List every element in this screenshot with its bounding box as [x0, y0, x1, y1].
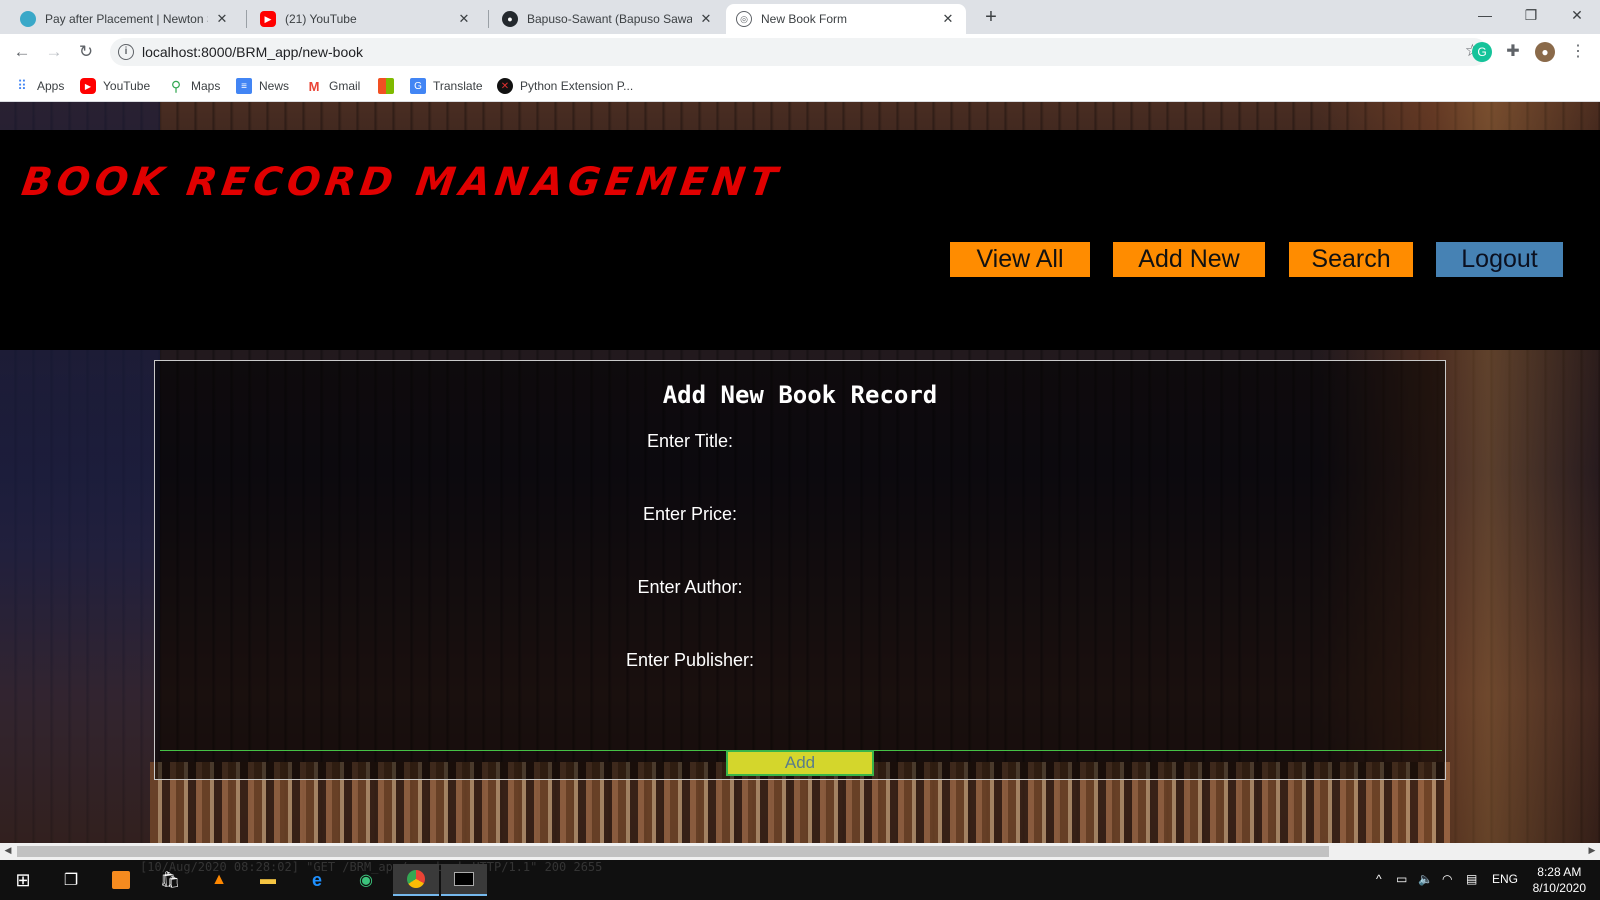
scroll-left-icon[interactable]: ◀	[1, 845, 15, 856]
newton-icon	[20, 11, 36, 27]
grammarly-icon[interactable]: G	[1472, 42, 1492, 62]
site-title: BOOK RECORD MANAGEMENT	[18, 160, 785, 205]
close-icon[interactable]: ✕	[214, 11, 230, 27]
address-bar[interactable]: i localhost:8000/BRM_app/new-book ☆	[110, 38, 1488, 66]
site-header: BOOK RECORD MANAGEMENT View All Add New …	[0, 130, 1600, 350]
close-window-icon[interactable]: ✕	[1554, 0, 1600, 30]
tray-chevron-icon[interactable]: ^	[1376, 872, 1382, 886]
bookmark-label: Translate	[433, 79, 483, 93]
windows-start-icon[interactable]: ⊞	[3, 864, 43, 896]
translate-icon: G	[410, 78, 426, 94]
author-label: Enter Author:	[637, 577, 743, 597]
bookmarks-bar: ⠿ Apps ▶ YouTube ⚲ Maps ≡ News M Gmail G…	[0, 70, 1600, 102]
news-icon: ≡	[236, 78, 252, 94]
tab-strip: Pay after Placement | Newton Sc ✕ ▶ (21)…	[0, 0, 1600, 34]
bookmark-label: YouTube	[103, 79, 151, 93]
youtube-icon: ▶	[80, 78, 96, 94]
gmail-icon: M	[308, 78, 320, 94]
tab-youtube[interactable]: ▶ (21) YouTube ✕	[250, 4, 482, 34]
apps-grid-icon: ⠿	[17, 78, 27, 93]
windows-taskbar: [10/Aug/2020 08:28:02] "GET /BRM_app/new…	[0, 860, 1600, 900]
language-indicator[interactable]: ENG	[1492, 872, 1518, 886]
bookmark-news[interactable]: ≡ News	[236, 76, 289, 96]
bookmark-label: Maps	[191, 79, 221, 93]
minimize-icon[interactable]: —	[1462, 0, 1508, 30]
wifi-icon[interactable]: ◠	[1442, 872, 1452, 886]
scrollbar-thumb[interactable]	[17, 846, 1329, 857]
youtube-icon: ▶	[260, 11, 276, 27]
tab-title: Pay after Placement | Newton Sc	[45, 12, 208, 26]
system-clock[interactable]: 8:28 AM 8/10/2020	[1533, 864, 1586, 896]
clock-time: 8:28 AM	[1537, 865, 1582, 879]
new-tab-icon[interactable]: +	[978, 6, 1004, 29]
close-icon[interactable]: ✕	[456, 11, 472, 27]
title-label: Enter Title:	[646, 431, 734, 451]
bookmark-translate[interactable]: G Translate	[410, 76, 483, 96]
edge-icon[interactable]: e	[297, 864, 337, 896]
chrome-icon[interactable]	[393, 864, 439, 896]
bookmark-windows-store[interactable]	[378, 76, 401, 96]
scroll-right-icon[interactable]: ▶	[1585, 845, 1599, 856]
tab-github[interactable]: ● Bapuso-Sawant (Bapuso Sawant) ✕	[492, 4, 724, 34]
bookmark-youtube[interactable]: ▶ YouTube	[80, 76, 150, 96]
add-button[interactable]: Add	[726, 750, 874, 776]
view-all-link[interactable]: View All	[950, 242, 1090, 277]
bookmark-label: Python Extension P...	[520, 79, 634, 93]
close-icon[interactable]: ✕	[698, 11, 714, 27]
new-book-form: Add New Book Record Enter Title: Enter P…	[154, 360, 1446, 780]
url-text[interactable]: localhost:8000/BRM_app/new-book	[142, 44, 363, 60]
horizontal-scrollbar[interactable]: ◀ ▶	[0, 843, 1600, 860]
battery-icon[interactable]: ▭	[1396, 872, 1407, 886]
terminal-icon[interactable]	[441, 864, 487, 896]
sublime-text-icon[interactable]	[101, 864, 141, 896]
bookmark-label: Apps	[37, 79, 65, 93]
python-extension-icon: ✕	[497, 78, 513, 94]
search-link[interactable]: Search	[1289, 242, 1413, 277]
bookmark-python-extension[interactable]: ✕ Python Extension P...	[497, 76, 633, 96]
store-icon[interactable]: 🛍	[150, 864, 190, 896]
volume-icon[interactable]: 🔈	[1418, 872, 1433, 886]
reload-icon[interactable]: ↻	[74, 40, 98, 64]
logout-link[interactable]: Logout	[1436, 242, 1563, 277]
notifications-icon[interactable]: ▤	[1466, 872, 1477, 886]
forward-icon[interactable]: →	[42, 40, 66, 64]
tab-newton[interactable]: Pay after Placement | Newton Sc ✕	[10, 4, 240, 34]
bookmark-label: Gmail	[329, 79, 361, 93]
price-label: Enter Price:	[642, 504, 738, 524]
maps-app-icon[interactable]: ◉	[346, 864, 386, 896]
extensions-puzzle-icon[interactable]: ✚	[1503, 42, 1523, 62]
globe-icon: ◎	[736, 11, 752, 27]
task-view-icon[interactable]: ❐	[51, 864, 91, 896]
menu-kebab-icon[interactable]: ⋮	[1568, 42, 1588, 62]
github-icon: ●	[502, 11, 518, 27]
add-new-link[interactable]: Add New	[1113, 242, 1265, 277]
info-icon[interactable]: i	[118, 44, 134, 60]
tab-new-book-form[interactable]: ◎ New Book Form ✕	[726, 4, 966, 34]
bookmark-maps[interactable]: ⚲ Maps	[168, 76, 220, 96]
maps-pin-icon: ⚲	[170, 77, 182, 94]
tab-divider	[246, 10, 247, 28]
bookmark-label: News	[259, 79, 290, 93]
file-explorer-icon[interactable]: ▬	[248, 864, 288, 896]
profile-avatar[interactable]: ●	[1535, 42, 1555, 62]
clock-date: 8/10/2020	[1532, 881, 1586, 895]
page-viewport: BOOK RECORD MANAGEMENT View All Add New …	[0, 102, 1600, 843]
tab-title: Bapuso-Sawant (Bapuso Sawant)	[527, 12, 692, 26]
form-heading: Add New Book Record	[662, 381, 938, 409]
tab-title: (21) YouTube	[285, 12, 357, 26]
bookmark-gmail[interactable]: M Gmail	[306, 76, 361, 96]
back-icon[interactable]: ←	[10, 40, 34, 64]
tab-divider	[488, 10, 489, 28]
browser-toolbar: ← → ↻ i localhost:8000/BRM_app/new-book …	[0, 34, 1600, 70]
publisher-label: Enter Publisher:	[625, 650, 755, 670]
tab-title: New Book Form	[761, 12, 848, 26]
windows-store-icon	[378, 78, 394, 94]
vlc-icon[interactable]: ▲	[199, 864, 239, 896]
restore-icon[interactable]: ❐	[1508, 0, 1554, 30]
bookmark-apps[interactable]: ⠿ Apps	[14, 76, 64, 96]
close-icon[interactable]: ✕	[940, 11, 956, 27]
